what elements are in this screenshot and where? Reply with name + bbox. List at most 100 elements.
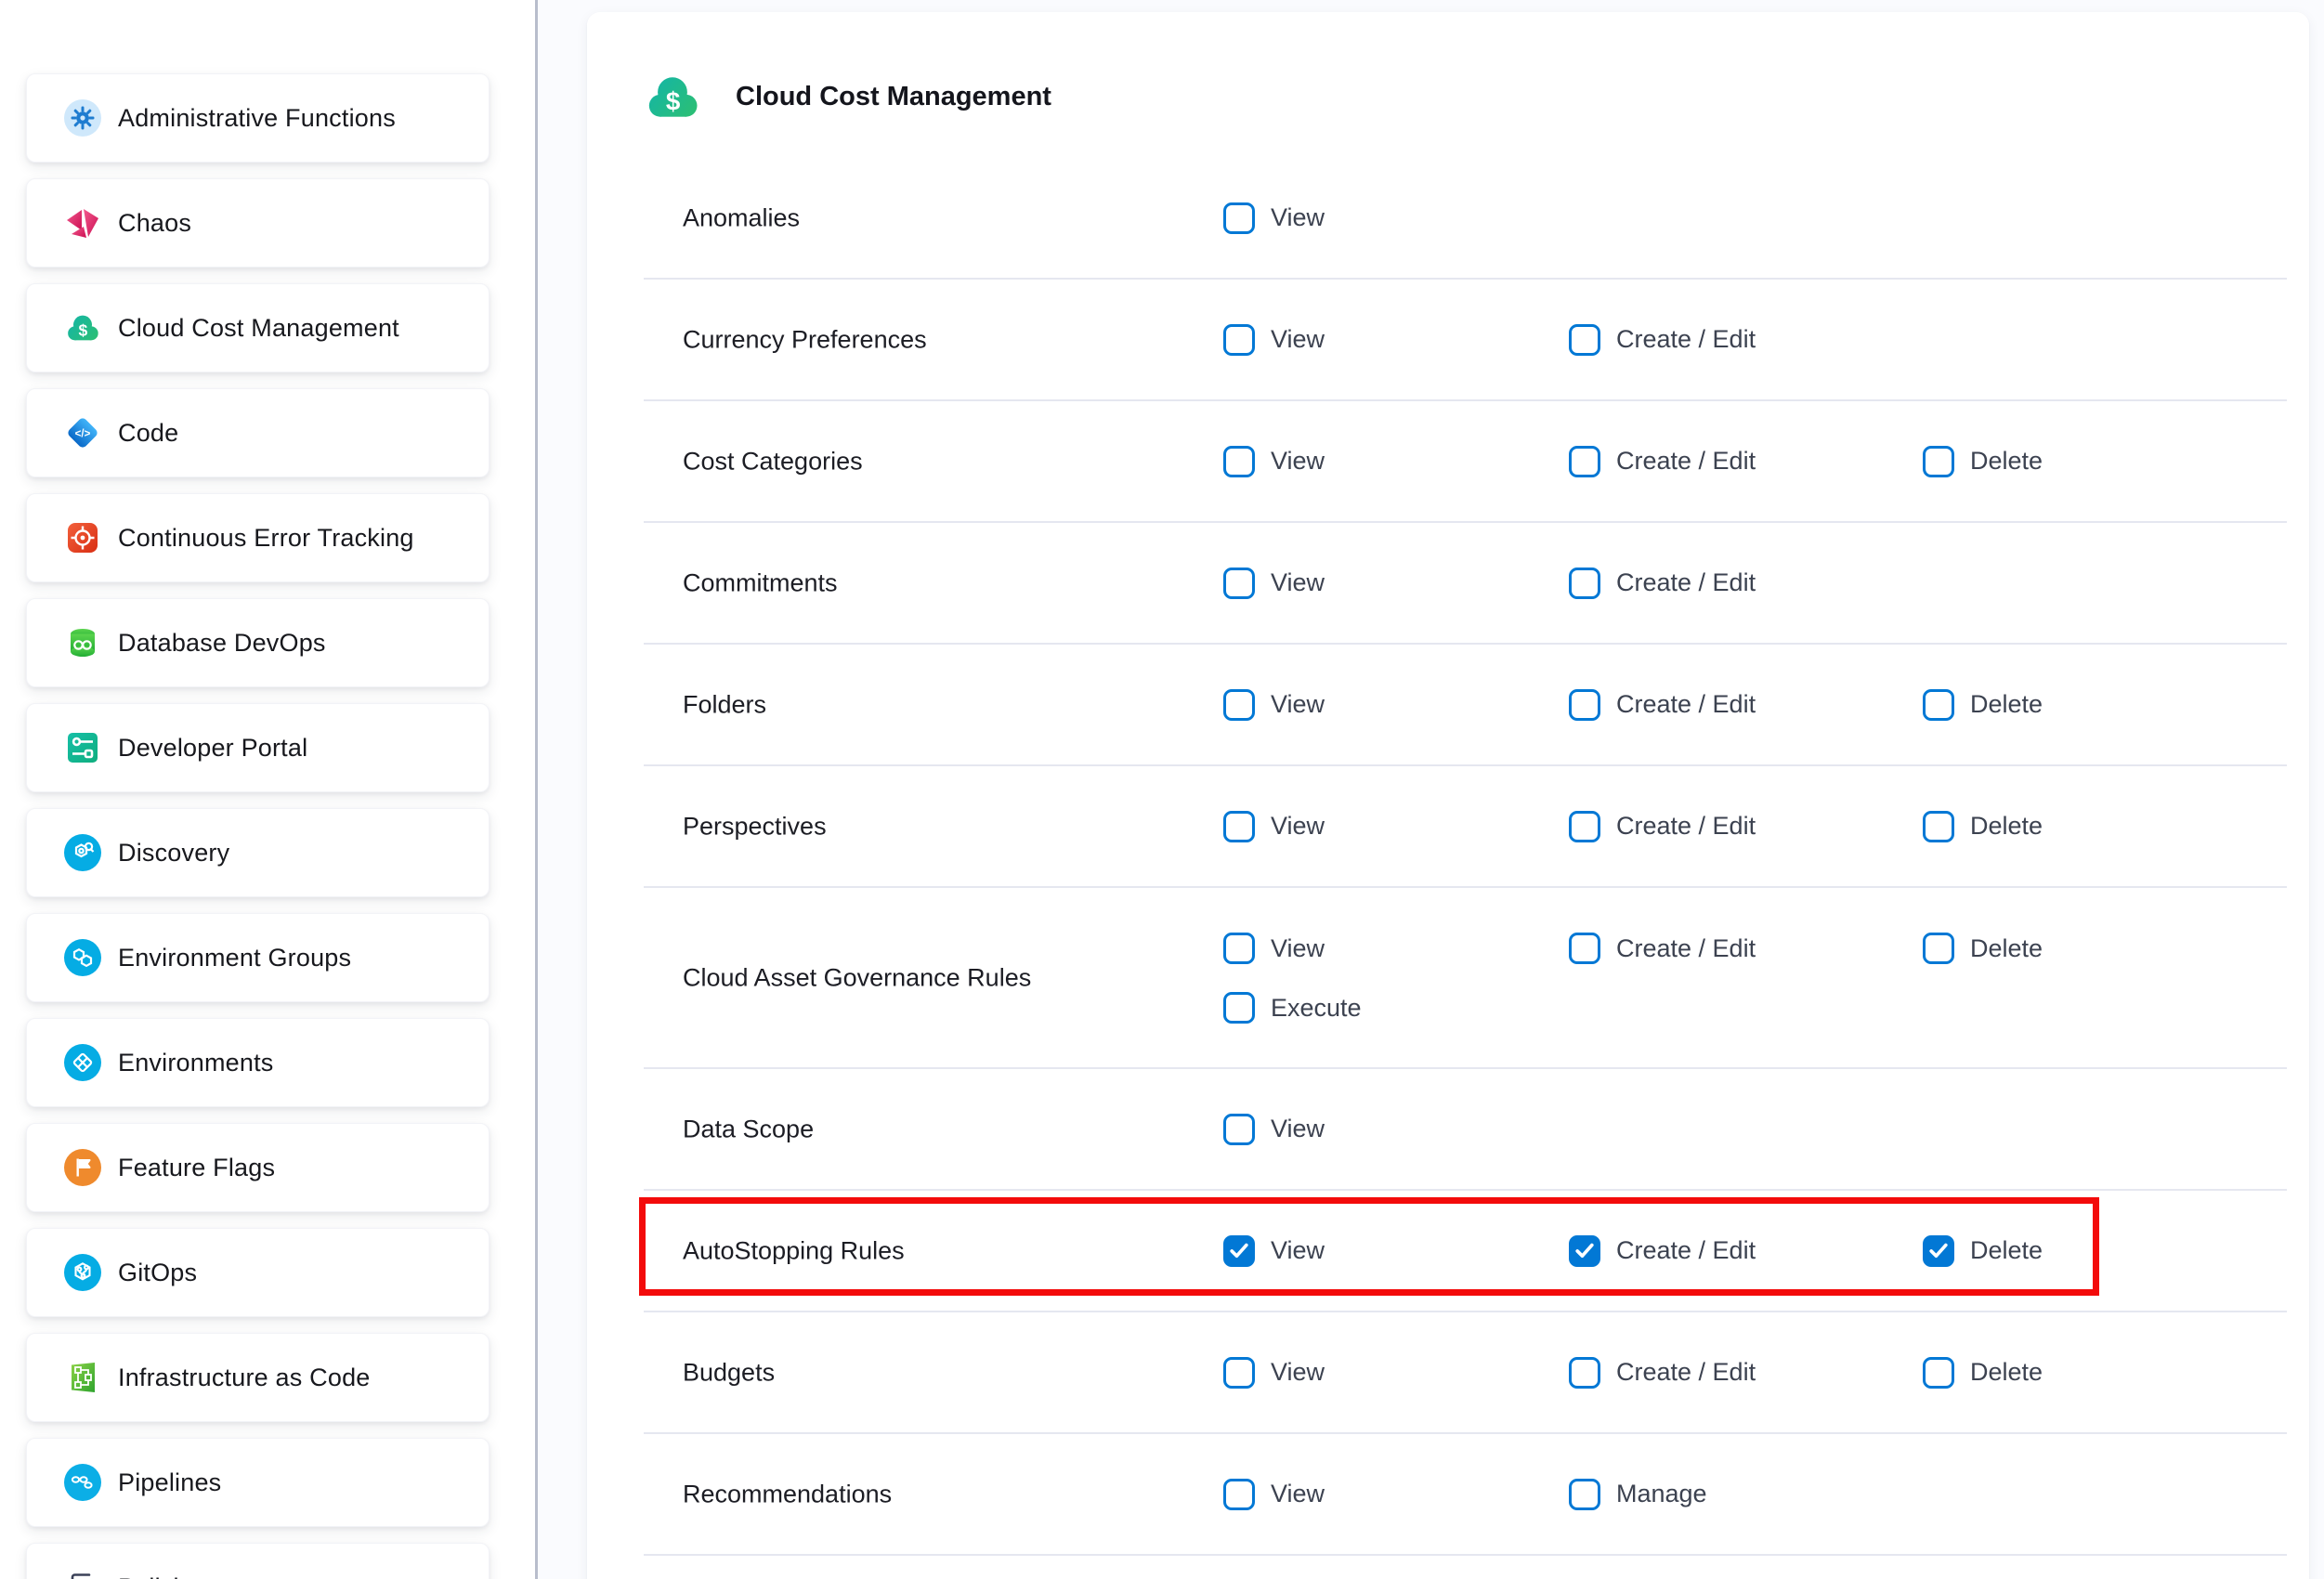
permission-budgets-view[interactable]: View [1223,1357,1325,1389]
permission-budgets-delete[interactable]: Delete [1923,1357,2043,1389]
checkbox-recommendations-manage[interactable] [1569,1479,1600,1510]
permission-perspectives-view[interactable]: View [1223,811,1325,842]
checkbox-data-scope-view[interactable] [1223,1114,1255,1145]
sidebar-item-label: Infrastructure as Code [118,1364,371,1392]
sidebar-item-administrative-functions[interactable]: Administrative Functions [26,73,490,163]
code-icon: </> [64,414,101,451]
checkbox-budgets-delete[interactable] [1923,1357,1954,1389]
resource-label-commitments: Commitments [683,568,838,597]
resource-label-cloud-asset-governance-rules: Cloud Asset Governance Rules [683,963,1031,992]
permission-data-scope-view[interactable]: View [1223,1114,1325,1145]
sidebar-item-label: Code [118,419,178,448]
sidebar-item-feature-flags[interactable]: Feature Flags [26,1123,490,1212]
sidebar-item-cloud-cost-management[interactable]: $ Cloud Cost Management [26,283,490,372]
svg-text:$: $ [666,86,681,115]
sidebar-item-label: Environment Groups [118,944,351,972]
permission-row-commitments: Commitments View Create / Edit [644,523,2287,645]
sidebar-item-label: Continuous Error Tracking [118,524,414,553]
permission-row-data-scope: Data ScopeView [644,1069,2287,1191]
sidebar-item-label: GitOps [118,1259,197,1287]
checkbox-cloud-asset-governance-rules-create-edit[interactable] [1569,933,1600,964]
sidebar-item-label: Environments [118,1049,273,1077]
permission-label: View [1271,203,1325,232]
permission-label: View [1271,934,1325,963]
checkbox-cloud-asset-governance-rules-view[interactable] [1223,933,1255,964]
permission-label: Create / Edit [1616,568,1756,597]
resource-label-folders: Folders [683,690,766,719]
permission-row-recommendations: RecommendationsViewManage [644,1434,2287,1556]
sidebar-item-developer-portal[interactable]: Developer Portal [26,703,490,792]
permission-cloud-asset-governance-rules-execute[interactable]: Execute [1223,992,1362,1024]
permission-recommendations-view[interactable]: View [1223,1479,1325,1510]
permission-commitments-create-edit[interactable]: Create / Edit [1569,568,1756,599]
pipelines-icon [64,1464,101,1501]
sidebar-item-policies[interactable]: Policies [26,1543,490,1579]
svg-text:$: $ [79,321,88,340]
checkbox-commitments-create-edit[interactable] [1569,568,1600,599]
sidebar-item-pipelines[interactable]: Pipelines [26,1438,490,1527]
permission-currency-preferences-create-edit[interactable]: Create / Edit [1569,324,1756,356]
permission-recommendations-manage[interactable]: Manage [1569,1479,1707,1510]
checkbox-budgets-create-edit[interactable] [1569,1357,1600,1389]
sidebar-item-label: Administrative Functions [118,104,396,133]
checkbox-cost-categories-view[interactable] [1223,446,1255,477]
checkbox-autostopping-rules-create-edit[interactable] [1569,1235,1600,1267]
checkbox-autostopping-rules-delete[interactable] [1923,1235,1954,1267]
checkbox-recommendations-view[interactable] [1223,1479,1255,1510]
checkbox-commitments-view[interactable] [1223,568,1255,599]
permission-currency-preferences-view[interactable]: View [1223,324,1325,356]
permission-perspectives-delete[interactable]: Delete [1923,811,2043,842]
permissions-panel: $ Cloud Cost Management AnomaliesViewCur… [587,12,2309,1579]
sidebar-item-environment-groups[interactable]: Environment Groups [26,913,490,1002]
permission-label: Create / Edit [1616,690,1756,719]
checkbox-budgets-view[interactable] [1223,1357,1255,1389]
checkbox-perspectives-create-edit[interactable] [1569,811,1600,842]
checkbox-folders-view[interactable] [1223,689,1255,721]
checkbox-cloud-asset-governance-rules-execute[interactable] [1223,992,1255,1024]
permission-cost-categories-view[interactable]: View [1223,446,1325,477]
permission-folders-delete[interactable]: Delete [1923,689,2043,721]
checkbox-perspectives-delete[interactable] [1923,811,1954,842]
sidebar-item-chaos[interactable]: Chaos [26,178,490,268]
environments-icon [64,1044,101,1081]
sidebar-item-label: Developer Portal [118,734,307,763]
checkbox-cost-categories-delete[interactable] [1923,446,1954,477]
sidebar-item-infrastructure-as-code[interactable]: Infrastructure as Code [26,1333,490,1422]
permission-anomalies-view[interactable]: View [1223,202,1325,234]
permission-cost-categories-delete[interactable]: Delete [1923,446,2043,477]
permission-budgets-create-edit[interactable]: Create / Edit [1569,1357,1756,1389]
permission-label: Create / Edit [1616,934,1756,963]
checkbox-currency-preferences-view[interactable] [1223,324,1255,356]
sidebar-item-gitops[interactable]: GitOps [26,1228,490,1317]
sidebar-item-code[interactable]: </> Code [26,388,490,477]
sidebar-list: Administrative Functions Chaos $ Cloud C… [26,73,490,1579]
checkbox-anomalies-view[interactable] [1223,202,1255,234]
permission-autostopping-rules-view[interactable]: View [1223,1235,1325,1267]
permission-commitments-view[interactable]: View [1223,568,1325,599]
permission-cloud-asset-governance-rules-view[interactable]: View [1223,933,1325,964]
sidebar-item-environments[interactable]: Environments [26,1018,490,1107]
sidebar-item-continuous-error-tracking[interactable]: Continuous Error Tracking [26,493,490,582]
checkbox-folders-create-edit[interactable] [1569,689,1600,721]
iac-icon [64,1359,101,1396]
sidebar-item-discovery[interactable]: Discovery [26,808,490,897]
checkbox-folders-delete[interactable] [1923,689,1954,721]
checkbox-cloud-asset-governance-rules-delete[interactable] [1923,933,1954,964]
permission-folders-view[interactable]: View [1223,689,1325,721]
checkbox-cost-categories-create-edit[interactable] [1569,446,1600,477]
checkbox-perspectives-view[interactable] [1223,811,1255,842]
permission-cloud-asset-governance-rules-create-edit[interactable]: Create / Edit [1569,933,1756,964]
checkbox-autostopping-rules-view[interactable] [1223,1235,1255,1267]
permission-autostopping-rules-delete[interactable]: Delete [1923,1235,2043,1267]
permission-cost-categories-create-edit[interactable]: Create / Edit [1569,446,1756,477]
permission-cloud-asset-governance-rules-delete[interactable]: Delete [1923,933,2043,964]
sidebar-item-database-devops[interactable]: Database DevOps [26,598,490,687]
permission-autostopping-rules-create-edit[interactable]: Create / Edit [1569,1235,1756,1267]
permission-row-currency-preferences: Currency PreferencesViewCreate / Edit [644,280,2287,401]
permission-perspectives-create-edit[interactable]: Create / Edit [1569,811,1756,842]
permissions-table: AnomaliesViewCurrency PreferencesViewCre… [644,158,2287,1556]
permission-label: View [1271,568,1325,597]
checkbox-currency-preferences-create-edit[interactable] [1569,324,1600,356]
permission-label: View [1271,1236,1325,1265]
permission-folders-create-edit[interactable]: Create / Edit [1569,689,1756,721]
